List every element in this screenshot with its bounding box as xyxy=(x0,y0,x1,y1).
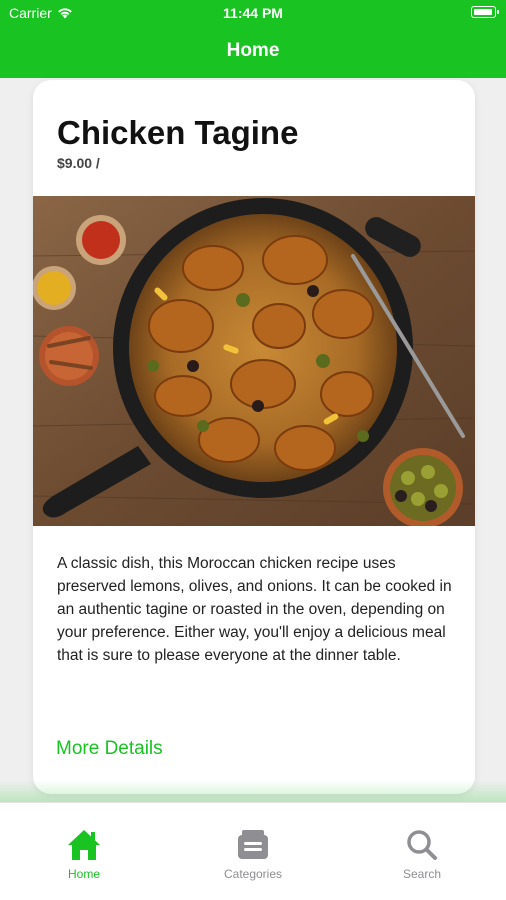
header: Carrier 11:44 PM Home xyxy=(0,0,506,78)
clock: 11:44 PM xyxy=(223,5,283,21)
more-details-link[interactable]: More Details xyxy=(56,738,163,760)
tab-categories-label: Categories xyxy=(223,867,283,881)
recipe-price: $9.00 / xyxy=(57,155,100,171)
home-icon xyxy=(68,830,100,860)
categories-icon xyxy=(238,830,268,859)
search-icon xyxy=(407,830,437,860)
recipe-card[interactable]: Chicken Tagine $9.00 / A classic dish, t… xyxy=(33,80,475,794)
recipe-title: Chicken Tagine xyxy=(57,114,299,151)
tabbar-shadow xyxy=(0,780,506,804)
tab-home[interactable]: Home xyxy=(0,803,168,900)
page-title: Home xyxy=(226,40,280,61)
dish-image xyxy=(33,196,475,526)
status-bar: Carrier 11:44 PM xyxy=(0,0,506,26)
battery-icon xyxy=(471,6,499,18)
tab-bar: Home Categories Search xyxy=(0,802,506,900)
tab-home-label: Home xyxy=(67,867,100,881)
tab-search-label: Search xyxy=(402,867,442,881)
tab-categories[interactable]: Categories xyxy=(169,803,337,900)
recipe-description: A classic dish, this Moroccan chicken re… xyxy=(57,555,452,664)
tab-search[interactable]: Search xyxy=(338,803,506,900)
